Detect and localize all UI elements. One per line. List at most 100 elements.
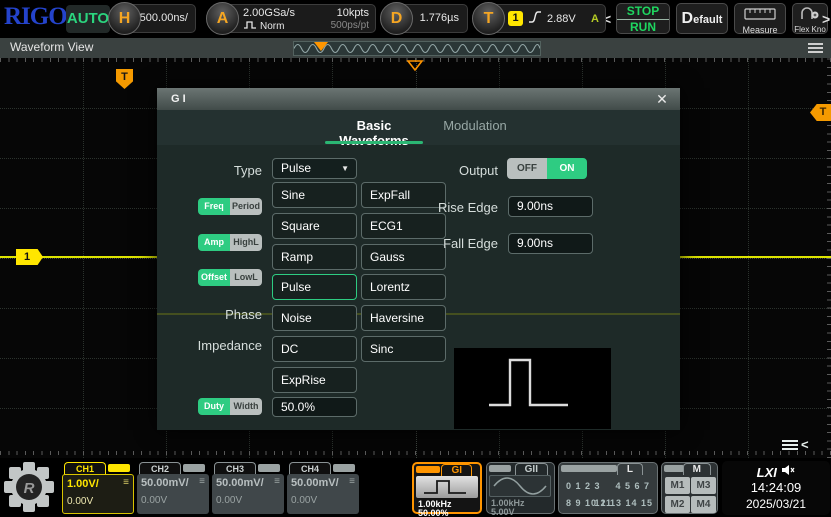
ch1-ground-marker[interactable]: 1 — [16, 249, 43, 265]
gi-card[interactable]: GI 1.00kHz 50.00% — [412, 462, 482, 514]
view-menu-icon[interactable] — [808, 43, 823, 55]
math-m1-button[interactable]: M1 — [665, 477, 690, 494]
waveform-button-pulse[interactable]: Pulse — [272, 274, 357, 300]
ch3-card[interactable]: CH3 50.00mV/ ≡ 0.00V — [212, 462, 284, 514]
logic-d4-7: 4 5 6 7 — [615, 481, 650, 491]
dialog-tabbar: Basic Waveforms Modulation — [157, 110, 680, 145]
gear-logo-letter: R — [24, 480, 35, 497]
duty-width-toggle[interactable]: Duty Width — [198, 398, 262, 415]
close-icon[interactable]: ✕ — [652, 88, 672, 110]
trigger-position-marker-icon[interactable] — [406, 59, 424, 77]
acq-mode: Norm — [260, 21, 284, 32]
amp-highl-toggle[interactable]: Amp HighL — [198, 234, 262, 251]
resolution: 500ps/pt — [331, 20, 369, 31]
timebase-overview-strip[interactable] — [293, 41, 541, 56]
trigger-knob[interactable]: T — [472, 2, 505, 35]
rise-edge-field[interactable]: 9.00ns — [508, 196, 593, 217]
default-button[interactable]: Default — [676, 3, 728, 34]
logic-tab[interactable]: L — [617, 463, 643, 475]
acq-mode-row: Norm — [243, 20, 284, 33]
waveform-button-sinc[interactable]: Sinc — [361, 336, 446, 362]
rise-edge-label: Rise Edge — [407, 200, 498, 215]
grid-collapse-menu-icon[interactable]: < — [782, 437, 809, 452]
gi-duty: 50.00% — [418, 508, 449, 517]
duty-option[interactable]: Duty — [198, 398, 230, 415]
gi-tab[interactable]: GI — [441, 464, 472, 476]
trigger-level: 2.88V — [547, 13, 576, 25]
bottom-ticks — [0, 451, 831, 455]
ch4-scale: 50.00mV/ — [291, 477, 339, 489]
waveform-button-lorentz[interactable]: Lorentz — [361, 274, 446, 300]
waveform-button-haversine[interactable]: Haversine — [361, 305, 446, 331]
trigger-level-marker[interactable]: T — [810, 104, 831, 121]
measure-button[interactable]: Measure — [734, 3, 786, 34]
waveform-button-noise[interactable]: Noise — [272, 305, 357, 331]
phase-label: Phase — [177, 307, 262, 322]
waveform-view-bar: Waveform View — [0, 38, 831, 58]
gii-tab[interactable]: GII — [515, 463, 548, 475]
math-m4-button[interactable]: M4 — [691, 496, 716, 513]
ch4-card[interactable]: CH4 50.00mV/ ≡ 0.00V — [287, 462, 359, 514]
waveform-button-exprise[interactable]: ExpRise — [272, 367, 357, 393]
rigol-gear-logo[interactable]: R — [3, 461, 55, 517]
period-option[interactable]: Period — [230, 198, 262, 215]
math-card[interactable]: M M1 M3 M2 M4 — [661, 462, 718, 514]
tab-modulation[interactable]: Modulation — [440, 118, 510, 133]
trigger-box[interactable]: 1 2.88V A — [490, 4, 606, 33]
trigger-mode: A — [591, 13, 605, 25]
ch1-accent-bar — [108, 464, 130, 472]
ch1-card[interactable]: CH1 1.00V/ ≡ 0.00V — [62, 462, 134, 514]
width-option[interactable]: Width — [230, 398, 262, 415]
clock-date: 2025/03/21 — [722, 497, 830, 511]
fall-edge-field[interactable]: 9.00ns — [508, 233, 593, 254]
dialog-title[interactable]: G I — [157, 88, 680, 110]
stop-run-button[interactable]: STOP RUN — [616, 3, 670, 34]
waveform-button-dc[interactable]: DC — [272, 336, 357, 362]
ch2-coupling-icon: ≡ — [199, 476, 205, 487]
pulse-preview — [454, 348, 611, 429]
toolbar-fwd-chevron[interactable]: > — [822, 11, 830, 27]
logic-d0-3: 0 1 2 3 — [566, 481, 601, 491]
ch2-accent-bar — [183, 464, 205, 472]
logic-card[interactable]: L 0 1 2 3 4 5 6 7 8 9 10 11 12 13 14 15 — [558, 462, 658, 514]
auto-mode-badge[interactable]: AUTO — [66, 5, 110, 33]
horizontal-knob[interactable]: H — [108, 2, 141, 35]
output-off-option[interactable]: OFF — [507, 158, 547, 179]
ch4-coupling-icon: ≡ — [349, 476, 355, 487]
amp-option[interactable]: Amp — [198, 234, 230, 251]
status-block[interactable]: LXI 14:24:09 2025/03/21 — [722, 461, 830, 515]
output-toggle[interactable]: OFF ON — [507, 158, 587, 179]
math-tab[interactable]: M — [683, 463, 711, 475]
output-on-option[interactable]: ON — [547, 158, 587, 179]
ch2-card[interactable]: CH2 50.00mV/ ≡ 0.00V — [137, 462, 209, 514]
delay-knob[interactable]: D — [380, 2, 413, 35]
duty-field[interactable]: 50.0% — [272, 397, 357, 417]
lowl-option[interactable]: LowL — [230, 269, 262, 286]
logic-d12-15: 12 13 14 15 — [594, 498, 653, 508]
stop-label: STOP — [617, 4, 669, 20]
ch4-body: 50.00mV/ ≡ 0.00V — [287, 474, 359, 514]
type-dropdown[interactable]: Pulse ▼ — [272, 158, 357, 179]
waveform-button-square[interactable]: Square — [272, 213, 357, 239]
freq-option[interactable]: Freq — [198, 198, 230, 215]
freq-period-toggle[interactable]: Freq Period — [198, 198, 262, 215]
offset-option[interactable]: Offset — [198, 269, 230, 286]
ruler-icon — [735, 7, 785, 25]
overview-sine-icon — [294, 42, 540, 55]
acquisition-box[interactable]: 2.00GSa/s Norm 10kpts 500ps/pt — [224, 4, 376, 33]
offset-lowl-toggle[interactable]: Offset LowL — [198, 269, 262, 286]
math-m3-button[interactable]: M3 — [691, 477, 716, 494]
highl-option[interactable]: HighL — [230, 234, 262, 251]
ch3-offset: 0.00V — [216, 495, 242, 506]
gii-card[interactable]: GII 1.00kHz 5.00V — [486, 462, 555, 514]
run-label: RUN — [617, 20, 669, 35]
math-m2-button[interactable]: M2 — [665, 496, 690, 513]
waveform-button-sine[interactable]: Sine — [272, 182, 357, 208]
acquire-knob[interactable]: A — [206, 2, 239, 35]
math-accent-bar — [664, 465, 684, 472]
overview-trigger-marker-icon[interactable] — [314, 42, 328, 51]
grid-line — [83, 58, 84, 458]
trigger-flag-marker[interactable]: T — [116, 69, 133, 89]
waveform-button-ramp[interactable]: Ramp — [272, 244, 357, 270]
lxi-label: LXI — [757, 465, 777, 480]
